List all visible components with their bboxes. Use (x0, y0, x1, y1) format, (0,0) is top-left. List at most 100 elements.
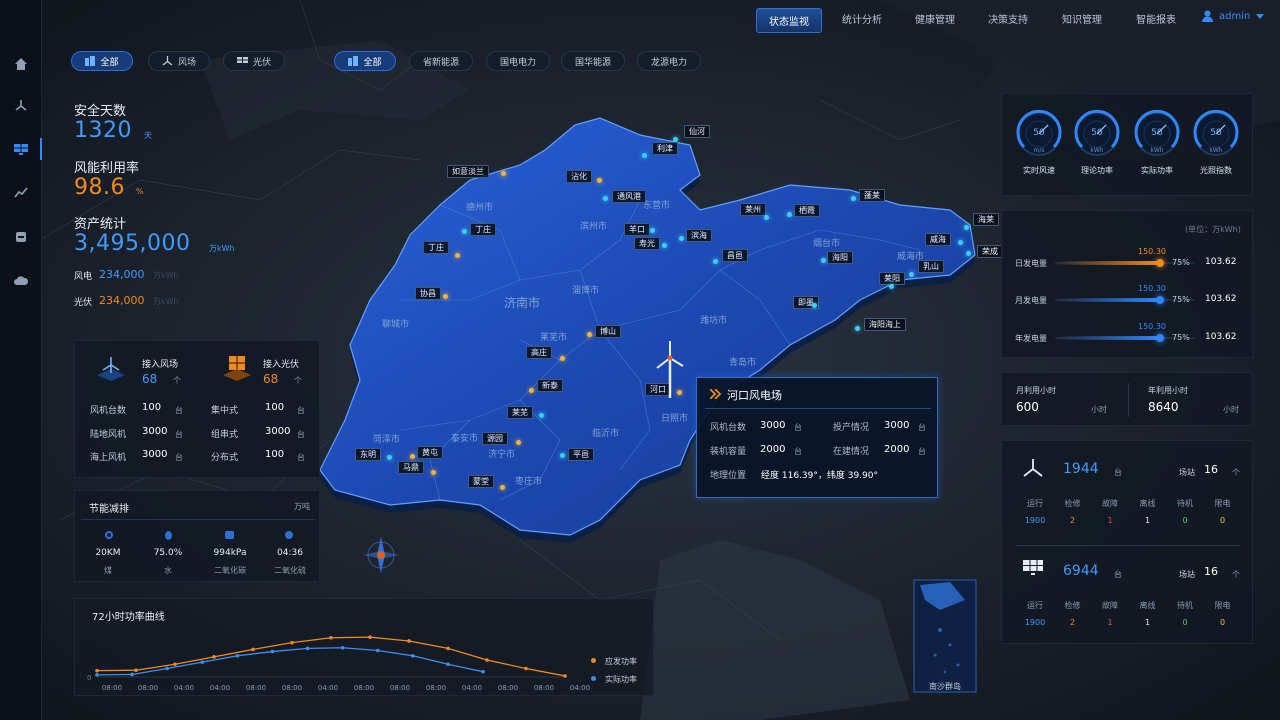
nav-report[interactable]: 智能报表 (1136, 11, 1176, 26)
station-label[interactable]: 丁庄 (470, 223, 496, 236)
station-label[interactable]: 沾化 (566, 170, 592, 183)
nav-decision[interactable]: 决策支持 (988, 11, 1028, 26)
station-label[interactable]: 海莱 (973, 213, 999, 226)
grid-icon (85, 56, 96, 66)
company-2[interactable]: 国电电力 (486, 51, 550, 71)
station-marker[interactable] (966, 251, 971, 256)
station-marker[interactable] (539, 413, 544, 418)
station-label[interactable]: 利津 (652, 142, 678, 155)
station-label[interactable]: 平邑 (568, 448, 594, 461)
station-marker[interactable] (560, 356, 565, 361)
station-label[interactable]: 栖霞 (794, 204, 820, 217)
station-marker[interactable] (587, 332, 592, 337)
station-label[interactable]: 源园 (482, 432, 508, 445)
station-label[interactable]: 仙河 (684, 125, 710, 138)
station-label[interactable]: 新泰 (537, 379, 563, 392)
series-point (563, 674, 567, 678)
station-label[interactable]: 威海 (925, 233, 951, 246)
filter-wind[interactable]: 风场 (148, 51, 210, 71)
station-marker[interactable] (812, 303, 817, 308)
station-label[interactable]: 黄屯 (417, 446, 443, 459)
station-label[interactable]: 莱芜 (507, 406, 533, 419)
popup-row-unit: 台 (918, 447, 926, 456)
pv-access-title: 接入光伏 (263, 360, 300, 370)
station-marker[interactable] (560, 453, 565, 458)
station-label[interactable]: 莱州 (740, 203, 766, 216)
wind-row-value: 100 (142, 402, 162, 413)
station-marker[interactable] (909, 272, 914, 277)
gen-fill (1055, 261, 1160, 265)
wind-turbine-icon[interactable] (0, 91, 42, 121)
user-menu[interactable]: admin (1202, 10, 1265, 22)
station-label[interactable]: 昌邑 (722, 249, 748, 262)
station-label[interactable]: 丁庄 (423, 241, 449, 254)
city-label: 淄博市 (572, 286, 600, 296)
station-marker[interactable] (713, 259, 718, 264)
station-marker[interactable] (650, 228, 655, 233)
filter-pv[interactable]: 光伏 (223, 51, 285, 71)
station-marker[interactable] (387, 455, 392, 460)
station-marker[interactable] (958, 240, 963, 245)
nav-statistics[interactable]: 统计分析 (842, 11, 882, 26)
station-label[interactable]: 羊口 (624, 223, 650, 236)
station-label[interactable]: 莱阳 (879, 272, 905, 285)
cloud-icon[interactable] (0, 265, 42, 295)
wind-turbine-marker[interactable] (655, 340, 685, 400)
city-label: 泰安市 (451, 434, 479, 444)
station-marker[interactable] (443, 294, 448, 299)
station-marker[interactable] (964, 225, 969, 230)
station-marker[interactable] (500, 485, 505, 490)
station-marker[interactable] (516, 440, 521, 445)
nav-health[interactable]: 健康管理 (915, 11, 955, 26)
station-marker[interactable] (889, 284, 894, 289)
station-marker[interactable] (662, 243, 667, 248)
station-label[interactable]: 如意淡兰 (447, 165, 489, 178)
station-marker[interactable] (821, 258, 826, 263)
station-marker[interactable] (431, 470, 436, 475)
station-marker[interactable] (764, 215, 769, 220)
station-label[interactable]: 海阳 (827, 251, 853, 264)
station-label[interactable]: 通风港 (612, 190, 646, 203)
database-icon[interactable] (0, 222, 42, 252)
company-4[interactable]: 龙源电力 (637, 51, 701, 71)
gen-row-label: 月发电量 (1015, 296, 1047, 305)
station-label[interactable]: 博山 (595, 325, 621, 338)
station-label[interactable]: 高庄 (526, 346, 552, 359)
coal-icon (105, 531, 113, 539)
status-head: 离线 (1139, 499, 1156, 508)
station-label[interactable]: 乳山 (918, 260, 944, 273)
station-marker[interactable] (851, 196, 856, 201)
station-label[interactable]: 协昌 (415, 287, 441, 300)
solar-panel-icon[interactable] (0, 134, 42, 164)
trend-icon[interactable] (0, 177, 42, 207)
station-marker[interactable] (597, 178, 602, 183)
station-marker[interactable] (455, 253, 460, 258)
x-tick-label: 08:00 (534, 684, 554, 692)
station-marker[interactable] (642, 153, 647, 158)
nav-status-monitor[interactable]: 状态监视 (756, 8, 822, 33)
station-label[interactable]: 东明 (355, 448, 381, 461)
station-label[interactable]: 海阳海上 (864, 318, 906, 331)
station-marker[interactable] (501, 171, 506, 176)
station-marker[interactable] (410, 454, 415, 459)
station-label[interactable]: 蓬莱 (859, 189, 885, 202)
home-icon[interactable] (0, 49, 42, 79)
company-1[interactable]: 省新能源 (409, 51, 473, 71)
station-label[interactable]: 蒙堂 (468, 475, 494, 488)
station-marker[interactable] (787, 212, 792, 217)
station-marker[interactable] (603, 196, 608, 201)
station-label[interactable]: 寿光 (634, 237, 660, 250)
station-label[interactable]: 马鼎 (398, 461, 424, 474)
nav-knowledge[interactable]: 知识管理 (1062, 11, 1102, 26)
saving-label: 二氧化碳 (214, 566, 246, 575)
station-marker[interactable] (855, 326, 860, 331)
station-label[interactable]: 滨海 (686, 229, 712, 242)
filter-all[interactable]: 全部 (71, 51, 133, 71)
series-point (95, 668, 99, 673)
station-label[interactable]: 荣成 (977, 245, 1003, 258)
station-marker[interactable] (529, 388, 534, 393)
company-3[interactable]: 国华能源 (561, 51, 625, 71)
station-marker[interactable] (679, 236, 684, 241)
company-all[interactable]: 全部 (334, 51, 396, 71)
station-marker[interactable] (462, 229, 467, 234)
